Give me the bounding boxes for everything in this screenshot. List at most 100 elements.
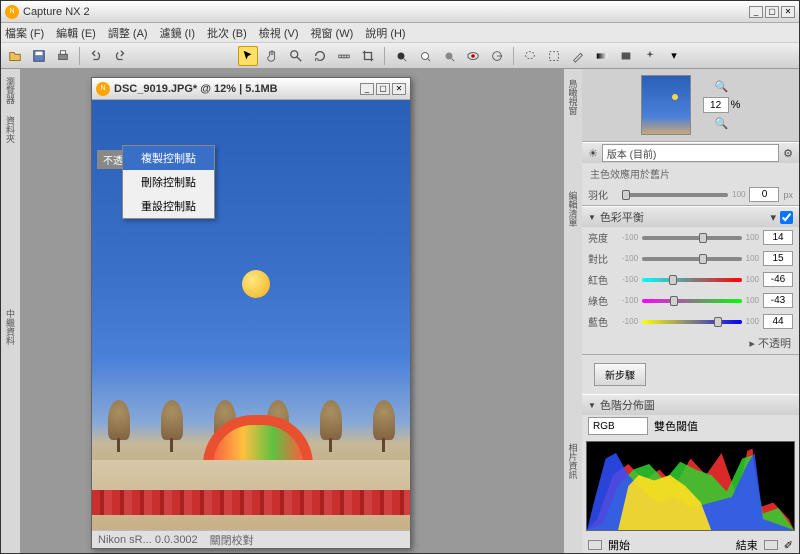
sub-close-button[interactable]: ✕: [392, 83, 406, 95]
rtab-photoinfo[interactable]: 相片資訊: [566, 437, 581, 485]
chevron-down-icon: ▼: [588, 213, 596, 222]
straighten-tool[interactable]: [334, 46, 354, 66]
menu-window[interactable]: 視窗 (W): [311, 25, 354, 41]
ctx-delete-control-point[interactable]: 刪除控制點: [123, 170, 214, 194]
slider-0[interactable]: [642, 236, 742, 240]
pointer-tool[interactable]: [238, 46, 258, 66]
doc-icon: N: [96, 82, 110, 96]
dropdown-icon[interactable]: ▾: [770, 211, 776, 224]
gradient-tool[interactable]: [592, 46, 612, 66]
app-title: Capture NX 2: [23, 6, 749, 18]
slider-label-0: 亮度: [588, 230, 618, 245]
menu-help[interactable]: 說明 (H): [365, 25, 405, 41]
eyedropper-icon[interactable]: ✐: [784, 539, 793, 552]
histogram-header[interactable]: ▼ 色階分佈圖: [582, 395, 799, 415]
slider-label-2: 紅色: [588, 272, 618, 287]
ctx-reset-control-point[interactable]: 重設控制點: [123, 194, 214, 218]
end-swatch[interactable]: [764, 540, 778, 550]
new-step-button[interactable]: 新步驟: [594, 363, 646, 386]
image-title: DSC_9019.JPG* @ 12% | 5.1MB: [114, 83, 360, 95]
hand-tool[interactable]: [262, 46, 282, 66]
version-header[interactable]: ☀ 版本 (目前) ⚙: [582, 143, 799, 163]
menu-file[interactable]: 檔案 (F): [5, 25, 44, 41]
zoom-input[interactable]: [703, 97, 729, 113]
left-tab-browser[interactable]: 瀏覽器: [4, 73, 17, 108]
end-label: 結束: [736, 537, 758, 553]
redo-icon[interactable]: [110, 46, 130, 66]
slider-4[interactable]: [642, 320, 742, 324]
menu-adjust[interactable]: 調整 (A): [108, 25, 148, 41]
rtab-editlist[interactable]: 編輯清單: [566, 185, 581, 233]
marquee-tool[interactable]: [544, 46, 564, 66]
left-tab-metadata[interactable]: 中繼資料: [4, 305, 17, 349]
menu-batch[interactable]: 批次 (B): [207, 25, 247, 41]
slider-value-1[interactable]: [763, 251, 793, 266]
zoom-out-icon[interactable]: 🔍: [715, 117, 729, 130]
slider-value-3[interactable]: [763, 293, 793, 308]
threshold-label: 雙色閾值: [654, 418, 698, 434]
titlebar: N Capture NX 2 _ ▢ ✕: [1, 1, 799, 23]
thumbnail[interactable]: [641, 75, 691, 135]
menu-view[interactable]: 檢視 (V): [259, 25, 299, 41]
feather-slider[interactable]: [622, 193, 728, 197]
neutral-point-tool[interactable]: [439, 46, 459, 66]
brush-tool[interactable]: [568, 46, 588, 66]
sub-minimize-button[interactable]: _: [360, 83, 374, 95]
slider-1[interactable]: [642, 257, 742, 261]
print-icon[interactable]: [53, 46, 73, 66]
wand-tool[interactable]: [640, 46, 660, 66]
slider-label-3: 綠色: [588, 293, 618, 308]
menu-filter[interactable]: 濾鏡 (I): [160, 25, 195, 41]
sub-maximize-button[interactable]: ▢: [376, 83, 390, 95]
birdview-panel: 🔍 % 🔍: [582, 69, 799, 142]
maximize-button[interactable]: ▢: [765, 6, 779, 18]
main-window: N Capture NX 2 _ ▢ ✕ 檔案 (F) 編輯 (E) 調整 (A…: [0, 0, 800, 554]
black-point-tool[interactable]: [391, 46, 411, 66]
rtab-birdview[interactable]: 鳥瞰視窗: [566, 73, 581, 121]
rotate-tool[interactable]: [310, 46, 330, 66]
version-dropdown[interactable]: 版本 (目前): [602, 144, 779, 162]
control-point-tool[interactable]: [487, 46, 507, 66]
open-icon[interactable]: [5, 46, 25, 66]
app-icon: N: [5, 5, 19, 19]
mask-label: 主色效應用於舊片: [582, 163, 799, 184]
slider-2[interactable]: [642, 278, 742, 282]
dropdown-arrow-icon[interactable]: ▾: [664, 46, 684, 66]
slider-value-0[interactable]: [763, 230, 793, 245]
redeye-tool[interactable]: [463, 46, 483, 66]
image-canvas[interactable]: 不透 複製控制點 刪除控制點 重設控制點: [92, 100, 410, 530]
flowers: [92, 490, 410, 515]
minimize-button[interactable]: _: [749, 6, 763, 18]
save-icon[interactable]: [29, 46, 49, 66]
crop-tool[interactable]: [358, 46, 378, 66]
color-balance-enable[interactable]: [780, 211, 793, 224]
slider-label-4: 藍色: [588, 314, 618, 329]
lasso-tool[interactable]: [520, 46, 540, 66]
start-swatch[interactable]: [588, 540, 602, 550]
canvas-area: N DSC_9019.JPG* @ 12% | 5.1MB _ ▢ ✕ 不透 複…: [21, 69, 563, 553]
start-label: 開始: [608, 537, 630, 553]
close-button[interactable]: ✕: [781, 6, 795, 18]
ctx-copy-control-point[interactable]: 複製控制點: [123, 146, 214, 170]
color-balance-header[interactable]: ▼ 色彩平衡 ▾: [582, 207, 799, 227]
feather-value[interactable]: [749, 187, 779, 202]
toolbar: ▾: [1, 43, 799, 69]
gear-icon[interactable]: ⚙: [783, 147, 793, 160]
white-point-tool[interactable]: [415, 46, 435, 66]
zoom-unit: %: [731, 99, 741, 111]
context-menu: 複製控制點 刪除控制點 重設控制點: [122, 145, 215, 219]
slider-3[interactable]: [642, 299, 742, 303]
undo-icon[interactable]: [86, 46, 106, 66]
left-tab-folder[interactable]: 資料夾: [4, 112, 17, 147]
right-tabs: 鳥瞰視窗 編輯清單 相片資訊: [564, 69, 582, 553]
image-window: N DSC_9019.JPG* @ 12% | 5.1MB _ ▢ ✕ 不透 複…: [91, 77, 411, 549]
zoom-tool[interactable]: [286, 46, 306, 66]
fill-tool[interactable]: [616, 46, 636, 66]
channel-dropdown[interactable]: RGB: [588, 417, 648, 435]
slider-value-2[interactable]: [763, 272, 793, 287]
opacity-link[interactable]: ▸ 不透明: [749, 338, 791, 350]
slider-value-4[interactable]: [763, 314, 793, 329]
zoom-in-icon[interactable]: 🔍: [715, 80, 729, 93]
slider-label-1: 對比: [588, 251, 618, 266]
menu-edit[interactable]: 編輯 (E): [56, 25, 96, 41]
